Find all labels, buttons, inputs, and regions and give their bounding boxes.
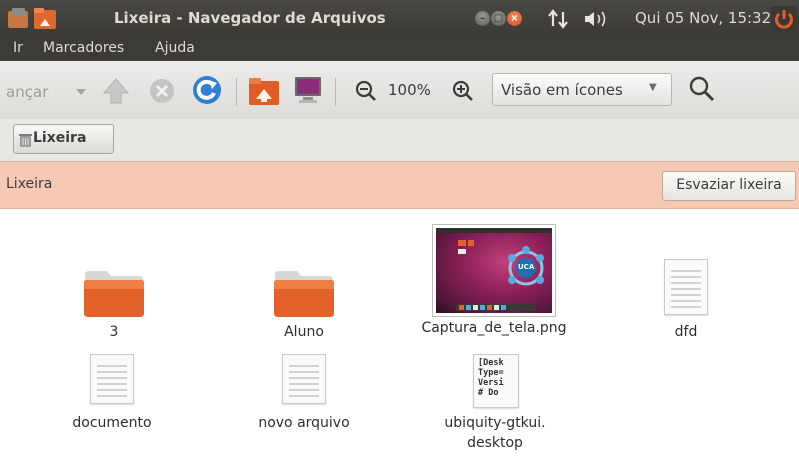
preview-line: Type= xyxy=(478,368,504,378)
preview-line: Versi xyxy=(478,378,504,388)
file-name: ubiquity-gtkui. xyxy=(444,415,546,431)
app-icon xyxy=(8,8,28,28)
search-icon[interactable] xyxy=(688,75,718,105)
preview-line: # Do xyxy=(478,388,499,398)
menu-item-marcadores[interactable]: Marcadores xyxy=(43,40,124,56)
file-name: Aluno xyxy=(284,324,324,340)
view-mode-label: Visão em ícones xyxy=(501,81,623,99)
minimize-button[interactable]: – xyxy=(475,11,490,26)
preview-line: [Desk xyxy=(478,358,504,368)
file-name: 3 xyxy=(109,324,119,340)
up-arrow-icon[interactable] xyxy=(101,76,131,106)
toolbar: ançar 100% Visão em ícones ▼ xyxy=(0,61,799,119)
maximize-icon: □ xyxy=(493,13,504,24)
toolbar-separator xyxy=(335,78,336,106)
folder-icon xyxy=(84,271,144,317)
forward-button[interactable]: ançar xyxy=(6,83,48,101)
trash-infobar: Lixeira Esvaziar lixeira xyxy=(0,161,799,209)
file-name-line2: desktop xyxy=(467,435,523,451)
file-name: dfd xyxy=(674,324,698,340)
file-item-captura[interactable]: Captura_de_tela.png xyxy=(394,318,594,338)
reload-icon[interactable] xyxy=(191,74,223,106)
minimize-icon: – xyxy=(480,13,485,24)
computer-icon[interactable] xyxy=(292,74,324,106)
view-mode-select[interactable]: Visão em ícones ▼ xyxy=(492,73,672,106)
zoom-level[interactable]: 100% xyxy=(388,81,431,99)
file-name: Captura_de_tela.png xyxy=(421,320,567,336)
desktop-preview-icon xyxy=(436,228,552,311)
file-name: documento xyxy=(72,415,152,431)
forward-dropdown-icon[interactable] xyxy=(75,87,87,97)
screenshot-preview: UCA xyxy=(436,228,552,313)
home-icon[interactable] xyxy=(248,75,280,107)
folder-icon xyxy=(274,271,334,317)
volume-icon[interactable] xyxy=(584,10,610,28)
stop-icon[interactable] xyxy=(148,77,176,105)
toolbar-separator xyxy=(236,78,237,106)
desktop-file-icon: [Desk Type= Versi # Do xyxy=(473,354,519,408)
close-icon: × xyxy=(510,13,519,24)
location-bar: Lixeira xyxy=(0,119,799,161)
menubar: Ir Marcadores Ajuda xyxy=(0,37,799,61)
empty-trash-button[interactable]: Esvaziar lixeira xyxy=(662,171,796,201)
menu-item-ajuda[interactable]: Ajuda xyxy=(155,40,195,56)
text-file-icon xyxy=(90,354,134,404)
menu-item-ir[interactable]: Ir xyxy=(13,40,23,56)
zoom-out-icon[interactable] xyxy=(354,79,378,103)
file-name: novo arquivo xyxy=(258,415,350,431)
file-icon-view: 3 Aluno UCA Captura_de_tela.png dfd docu… xyxy=(0,209,799,462)
text-file-icon xyxy=(282,354,326,404)
infobar-title: Lixeira xyxy=(6,176,53,192)
breadcrumb-lixeira[interactable]: Lixeira xyxy=(13,124,114,154)
network-icon[interactable] xyxy=(547,8,573,30)
power-icon[interactable] xyxy=(771,6,797,32)
window-title: Lixeira - Navegador de Arquivos xyxy=(114,9,386,27)
breadcrumb-label: Lixeira xyxy=(33,130,87,146)
text-file-icon xyxy=(664,259,708,315)
clock[interactable]: Qui 05 Nov, 15:32 xyxy=(635,9,771,27)
thumbnail-badge: UCA xyxy=(518,263,535,271)
trash-icon xyxy=(19,134,32,147)
top-panel: Lixeira - Navegador de Arquivos – □ × Qu… xyxy=(0,0,799,37)
image-thumbnail[interactable]: UCA xyxy=(432,224,556,317)
zoom-in-icon[interactable] xyxy=(451,79,475,103)
close-button[interactable]: × xyxy=(507,11,522,26)
home-folder-icon xyxy=(34,8,56,29)
chevron-down-icon: ▼ xyxy=(649,82,657,93)
maximize-button[interactable]: □ xyxy=(491,11,506,26)
